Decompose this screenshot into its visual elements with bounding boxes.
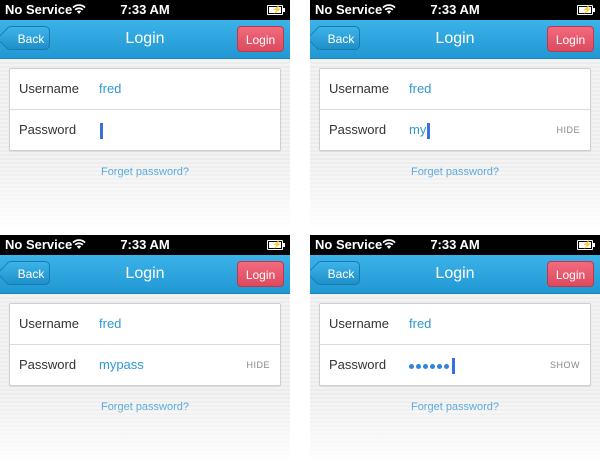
clock: 7:33 AM [430, 237, 480, 252]
phone-screen-4: No Service 7:33 AM ⚡ Back Login Login Us… [310, 235, 600, 465]
hide-password-toggle[interactable]: HIDE [246, 345, 270, 385]
password-row[interactable]: Password [10, 109, 280, 150]
login-form: Username fred Password my HIDE [319, 68, 591, 151]
password-row[interactable]: Password mypass HIDE [10, 344, 280, 385]
back-button-label: Back [17, 267, 45, 281]
username-field[interactable]: fred [409, 304, 431, 344]
password-field[interactable]: mypass [99, 345, 144, 385]
status-bar: No Service 7:33 AM ⚡ [0, 235, 290, 255]
password-field[interactable] [99, 110, 103, 150]
status-bar: No Service 7:33 AM ⚡ [310, 235, 600, 255]
username-field[interactable]: fred [99, 69, 121, 109]
username-field[interactable]: fred [409, 69, 431, 109]
battery-icon: ⚡ [267, 240, 285, 250]
status-bar: No Service 7:33 AM ⚡ [0, 0, 290, 20]
username-row[interactable]: Username fred [10, 304, 280, 344]
phone-screen-1: No Service 7:33 AM ⚡ Back Login Login Us… [0, 0, 290, 230]
nav-bar: Back Login Login [0, 20, 290, 59]
battery-icon: ⚡ [577, 240, 595, 250]
login-button[interactable]: Login [547, 261, 594, 287]
clock: 7:33 AM [120, 2, 170, 17]
status-bar: No Service 7:33 AM ⚡ [310, 0, 600, 20]
login-form: Username fred Password [9, 68, 281, 151]
password-field[interactable] [409, 345, 455, 386]
username-value: fred [99, 81, 122, 96]
forgot-password-link[interactable]: Forget password? [0, 166, 290, 178]
username-label: Username [329, 81, 389, 96]
password-field[interactable]: my [409, 110, 431, 150]
nav-bar: Back Login Login [0, 255, 290, 294]
username-value: fred [99, 316, 122, 331]
username-row[interactable]: Username fred [10, 69, 280, 109]
login-button[interactable]: Login [237, 261, 284, 287]
nav-bar: Back Login Login [310, 20, 600, 59]
show-password-toggle[interactable]: SHOW [550, 345, 580, 385]
password-label: Password [329, 122, 387, 137]
forgot-password-link[interactable]: Forget password? [0, 401, 290, 413]
back-button-label: Back [327, 267, 355, 281]
username-value: fred [409, 81, 432, 96]
password-dot [416, 363, 421, 369]
phone-screen-3: No Service 7:33 AM ⚡ Back Login Login Us… [0, 235, 290, 465]
password-row[interactable]: Password my HIDE [320, 109, 590, 150]
password-dot [430, 363, 435, 369]
login-form: Username fred Password SHOW [319, 303, 591, 386]
clock: 7:33 AM [430, 2, 480, 17]
text-cursor [100, 122, 103, 139]
masked-password [409, 346, 451, 386]
back-button-label: Back [327, 32, 355, 46]
password-dot [437, 363, 442, 369]
username-label: Username [19, 316, 79, 331]
forgot-password-link[interactable]: Forget password? [310, 401, 600, 413]
password-value: my [409, 122, 427, 137]
login-button[interactable]: Login [237, 26, 284, 52]
phone-screen-2: No Service 7:33 AM ⚡ Back Login Login Us… [310, 0, 600, 230]
forgot-password-link[interactable]: Forget password? [310, 166, 600, 178]
username-row[interactable]: Username fred [320, 69, 590, 109]
nav-bar: Back Login Login [310, 255, 600, 294]
text-cursor [452, 357, 455, 374]
username-label: Username [329, 316, 389, 331]
password-label: Password [19, 122, 77, 137]
password-label: Password [19, 357, 77, 372]
text-cursor [427, 122, 431, 139]
password-dot [409, 363, 414, 369]
battery-icon: ⚡ [577, 5, 595, 15]
clock: 7:33 AM [120, 237, 170, 252]
password-value: mypass [99, 357, 144, 372]
login-button[interactable]: Login [547, 26, 594, 52]
password-row[interactable]: Password SHOW [320, 344, 590, 385]
login-form: Username fred Password mypass HIDE [9, 303, 281, 386]
username-field[interactable]: fred [99, 304, 121, 344]
username-value: fred [409, 316, 432, 331]
battery-icon: ⚡ [267, 5, 285, 15]
password-dot [423, 363, 428, 369]
back-button-label: Back [17, 32, 45, 46]
username-label: Username [19, 81, 79, 96]
password-label: Password [329, 357, 387, 372]
hide-password-toggle[interactable]: HIDE [556, 110, 580, 150]
password-dot [444, 363, 449, 369]
username-row[interactable]: Username fred [320, 304, 590, 344]
